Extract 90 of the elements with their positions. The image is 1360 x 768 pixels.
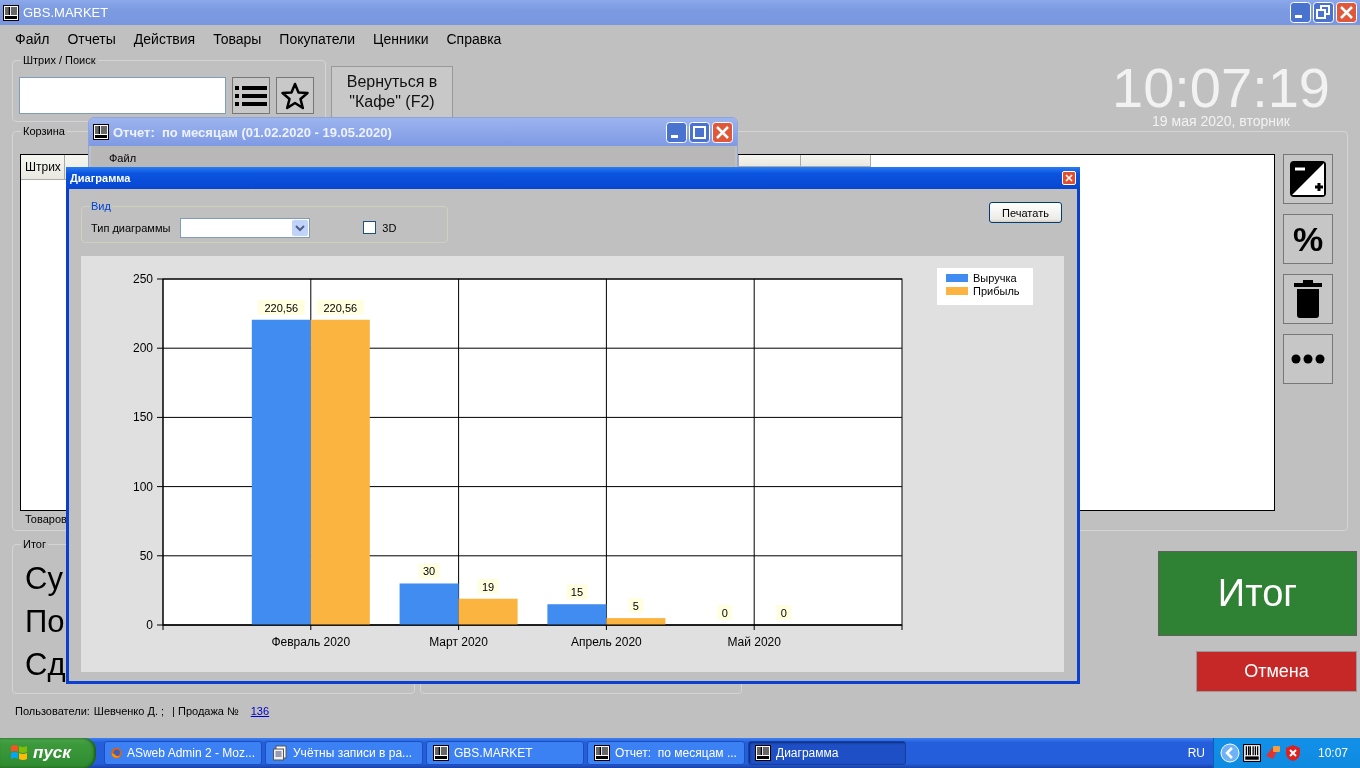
chart-type-label: Тип диаграммы — [91, 221, 171, 234]
total-line: По — [25, 603, 65, 642]
windows-logo-icon — [10, 744, 28, 762]
taskbar-button[interactable]: Диаграмма — [748, 741, 906, 765]
language-indicator[interactable]: RU — [1187, 746, 1205, 760]
checkbox-label: 3D — [382, 221, 397, 234]
value-label: 30 — [418, 563, 440, 579]
minimize-button[interactable] — [1290, 2, 1311, 23]
menu-item[interactable]: Покупатели — [270, 30, 365, 47]
exposure-icon — [1289, 159, 1327, 198]
barcode-icon — [1242, 744, 1261, 762]
y-tick-label: 100 — [132, 479, 153, 494]
search-field[interactable] — [19, 77, 226, 114]
group-label: Итог — [21, 538, 48, 551]
chevron-icon[interactable] — [1219, 743, 1240, 763]
menu-item[interactable]: Действия — [124, 30, 205, 47]
checkbox[interactable] — [363, 221, 377, 234]
close-button[interactable] — [712, 121, 733, 143]
close-button[interactable] — [1336, 2, 1357, 23]
total-line: Сд — [25, 646, 66, 685]
start-button[interactable]: пуск — [0, 738, 96, 768]
taskbar-button[interactable]: GBS.MARKET — [426, 741, 584, 765]
group-label: Штрих / Поиск — [21, 54, 98, 66]
star-icon — [281, 81, 309, 110]
user-name: Шевченко Д. ; — [93, 705, 165, 718]
close-button[interactable] — [1062, 171, 1076, 185]
y-tick-label: 250 — [132, 272, 153, 286]
document-icon — [272, 745, 288, 761]
trash-icon — [1294, 279, 1322, 318]
dialog-title: Диаграмма — [70, 172, 132, 184]
x-tick-label: Февраль 2020 — [271, 635, 351, 649]
print-button[interactable]: Печатать — [989, 202, 1062, 223]
favorite-button[interactable] — [276, 77, 314, 114]
return-button[interactable]: Вернуться в "Кафе" (F2) — [331, 66, 453, 118]
window-title: Отчет: по месяцам (01.02.2020 - 19.05.2020) — [113, 124, 393, 140]
chart-type-dropdown[interactable] — [180, 217, 311, 238]
group-label: Вид — [90, 200, 112, 212]
sale-label: | Продажа № — [172, 705, 239, 718]
value-label: 0 — [717, 605, 732, 620]
menu-item[interactable]: Файл — [109, 152, 137, 164]
more-button[interactable] — [1283, 333, 1333, 384]
legend-label: Выручка — [973, 272, 1017, 284]
y-tick-label: 150 — [132, 410, 153, 425]
barcode-icon — [755, 745, 771, 761]
y-tick-label: 0 — [146, 618, 153, 632]
shield-icon[interactable] — [1284, 744, 1301, 762]
cancel-button[interactable]: Отмена — [1196, 651, 1357, 693]
delete-button[interactable] — [1283, 273, 1333, 324]
total-line: Су — [25, 560, 63, 599]
percent-button[interactable]: % — [1283, 213, 1333, 264]
x-tick-label: Март 2020 — [429, 635, 488, 649]
more-icon — [1291, 353, 1325, 364]
value-label: 0 — [776, 605, 791, 620]
x-tick-label: Май 2020 — [727, 635, 781, 649]
app-icon — [3, 4, 19, 21]
total-button[interactable]: Итог — [1158, 551, 1357, 637]
percent-sign: % — [1292, 221, 1324, 256]
group-label: Корзина — [21, 124, 67, 137]
menu-item[interactable]: Товары — [204, 30, 271, 47]
window-title: GBS.MARKET — [23, 5, 110, 20]
users-label: Пользователи: — [15, 705, 90, 718]
tray-clock: 10:07 — [1317, 746, 1348, 760]
taskbar-button[interactable]: ASweb Admin 2 - Moz... — [104, 741, 262, 765]
list-button[interactable] — [232, 77, 270, 114]
taskbar-button[interactable]: Учётны записи в ра... — [265, 741, 423, 765]
taskbar-button[interactable]: Отчет: по месяцам ... — [587, 741, 745, 765]
y-tick-label: 200 — [132, 341, 153, 356]
column-header[interactable] — [801, 154, 871, 167]
browser-icon — [111, 745, 122, 761]
sale-number-link[interactable]: 136 — [250, 705, 270, 718]
exposure-button[interactable] — [1283, 153, 1333, 204]
menu-item[interactable]: Ценники — [364, 30, 438, 47]
menu-item[interactable]: Отчеты — [58, 30, 125, 47]
x-tick-label: Апрель 2020 — [571, 635, 642, 649]
restore-button[interactable] — [1313, 2, 1334, 23]
list-icon — [235, 84, 267, 107]
column-header[interactable]: Штрих — [21, 154, 65, 180]
y-tick-label: 50 — [139, 548, 153, 563]
maximize-button[interactable] — [689, 121, 710, 143]
brush-icon[interactable] — [1263, 744, 1282, 762]
menu-item[interactable]: Файл — [6, 30, 59, 47]
app-icon — [93, 124, 109, 140]
items-count-label: Товаров — [25, 513, 67, 526]
minimize-button[interactable] — [666, 121, 687, 143]
value-label: 15 — [566, 584, 588, 600]
barcode-icon — [433, 745, 449, 761]
menu-item[interactable]: Справка — [437, 30, 511, 47]
barcode-icon — [594, 745, 610, 761]
legend-label: Прибыль — [973, 285, 1020, 297]
column-header[interactable] — [739, 154, 801, 167]
